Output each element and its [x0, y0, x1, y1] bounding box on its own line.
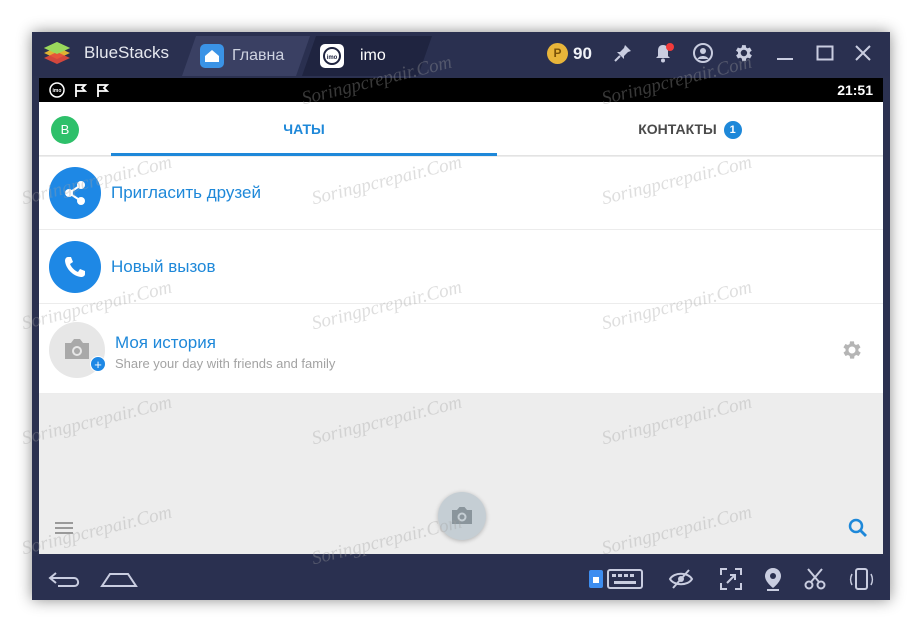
coin-count[interactable]: 90	[573, 44, 592, 64]
bluestacks-bottom-bar	[32, 556, 890, 600]
scissors-icon[interactable]	[802, 566, 828, 592]
fullscreen-icon[interactable]	[718, 566, 744, 592]
tab-home[interactable]: Главна	[182, 36, 310, 76]
location-icon[interactable]	[760, 566, 786, 592]
minimize-icon[interactable]	[774, 42, 796, 64]
story-settings-gear-icon[interactable]	[839, 338, 863, 362]
home-icon[interactable]	[100, 566, 138, 592]
invite-friends-row[interactable]: Пригласить друзей	[39, 157, 883, 230]
new-call-row[interactable]: Новый вызов	[39, 230, 883, 304]
clock: 21:51	[837, 82, 873, 98]
tab-imo-label: imo	[360, 47, 386, 64]
bluestacks-logo-icon	[44, 42, 70, 64]
tab-chats-label: ЧАТЫ	[283, 121, 325, 137]
rotate-icon[interactable]	[848, 566, 874, 592]
contacts-badge: 1	[723, 121, 742, 139]
keyboard-icon[interactable]	[588, 566, 644, 592]
tab-contacts[interactable]: КОНТАКТЫ 1	[497, 102, 883, 156]
notification-dot	[666, 43, 674, 51]
invite-friends-label: Пригласить друзей	[111, 183, 261, 202]
title-bar: BlueStacks Главна imo imo P 90	[32, 32, 890, 76]
my-story-row[interactable]: + Моя история Share your day with friend…	[39, 304, 883, 394]
close-icon[interactable]	[852, 42, 874, 64]
tab-contacts-label: КОНТАКТЫ	[638, 121, 717, 137]
svg-text:imo: imo	[53, 88, 62, 94]
svg-text:imo: imo	[327, 55, 338, 61]
tab-imo[interactable]: imo imo	[302, 36, 432, 76]
android-status-bar: imo 21:51	[39, 78, 883, 102]
account-icon[interactable]	[692, 42, 714, 64]
imo-notification-icon: imo	[49, 82, 65, 98]
app-title: BlueStacks	[84, 43, 170, 62]
imo-app-bar: B ЧАТЫ КОНТАКТЫ 1	[39, 102, 883, 156]
camera-button[interactable]	[438, 492, 486, 540]
tab-chats[interactable]: ЧАТЫ	[111, 102, 497, 156]
bluestacks-window: BlueStacks Главна imo imo P 90 imo 21:51…	[32, 32, 890, 600]
maximize-icon[interactable]	[814, 42, 836, 64]
phone-icon	[49, 241, 101, 293]
imo-icon: imo	[320, 44, 344, 68]
home-icon	[200, 44, 224, 68]
share-icon	[49, 167, 101, 219]
avatar[interactable]: B	[51, 116, 79, 144]
notifications-button[interactable]	[652, 42, 674, 64]
pin-icon[interactable]	[612, 42, 634, 64]
my-story-title: Моя история	[115, 333, 216, 352]
my-story-subtitle: Share your day with friends and family	[115, 356, 336, 371]
coin-icon: P	[547, 43, 568, 64]
eye-icon[interactable]	[668, 566, 694, 592]
android-screen: imo 21:51 B ЧАТЫ КОНТАКТЫ 1 Пригласить д…	[39, 78, 883, 554]
add-story-icon[interactable]: +	[90, 356, 106, 372]
flag-icon	[75, 84, 88, 97]
menu-icon[interactable]	[55, 521, 73, 535]
search-icon[interactable]	[847, 517, 869, 539]
new-call-label: Новый вызов	[111, 257, 216, 276]
tab-home-label: Главна	[232, 47, 285, 64]
flag-icon	[97, 84, 110, 97]
camera-icon	[452, 507, 472, 524]
back-icon[interactable]	[46, 566, 84, 592]
gear-icon[interactable]	[732, 42, 754, 64]
